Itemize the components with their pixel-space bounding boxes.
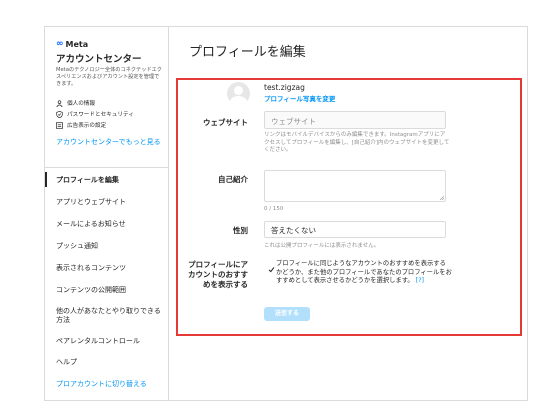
sidebar-link-ad-preferences[interactable]: 広告表示の設定 (56, 121, 106, 129)
account-center-title: アカウントセンター (56, 54, 142, 65)
sidebar-link-label: 広告表示の設定 (67, 123, 107, 129)
nav-content-visibility[interactable]: コンテンツの公開範囲 (56, 286, 164, 295)
sidebar-link-password-security[interactable]: パスワードとセキュリティ (56, 110, 134, 118)
active-nav-indicator (45, 172, 47, 187)
nav-content-shown[interactable]: 表示されるコンテンツ (56, 264, 164, 273)
highlight-box (176, 78, 522, 336)
nav-email-notifications[interactable]: メールによるお知らせ (56, 220, 164, 229)
nav-parental-control[interactable]: ペアレンタルコントロール (56, 337, 164, 346)
nav-push-notifications[interactable]: プッシュ通知 (56, 242, 164, 251)
nav-apps-websites[interactable]: アプリとウェブサイト (56, 198, 164, 207)
sidebar-link-label: パスワードとセキュリティ (67, 112, 134, 118)
nav-switch-pro-account[interactable]: プロアカウントに切り替える (56, 380, 164, 389)
sidebar: ∞ Meta アカウントセンター Metaのテクノロジー全体のコネクテッドエクス… (45, 27, 169, 400)
account-center-more-link[interactable]: アカウントセンターでもっと見る (56, 138, 164, 147)
person-icon (56, 99, 63, 107)
nav-interactions[interactable]: 他の人があなたとやり取りできる方法 (56, 307, 164, 325)
meta-brand-text: Meta (65, 39, 89, 49)
ad-icon (56, 121, 63, 129)
sidebar-link-label: 個人の情報 (67, 101, 95, 107)
nav-edit-profile[interactable]: プロフィールを編集 (56, 176, 164, 185)
page-title: プロフィールを編集 (189, 45, 306, 60)
shield-icon (56, 110, 63, 118)
account-center-description: Metaのテクノロジー全体のコネクテッドエクスペリエンスおよびアカウント設定を管… (56, 67, 162, 87)
sidebar-divider (45, 167, 168, 168)
meta-infinity-icon: ∞ (56, 39, 64, 49)
nav-help[interactable]: ヘルプ (56, 358, 164, 367)
sidebar-link-personal-info[interactable]: 個人の情報 (56, 99, 95, 107)
meta-logo: ∞ Meta (56, 39, 88, 49)
